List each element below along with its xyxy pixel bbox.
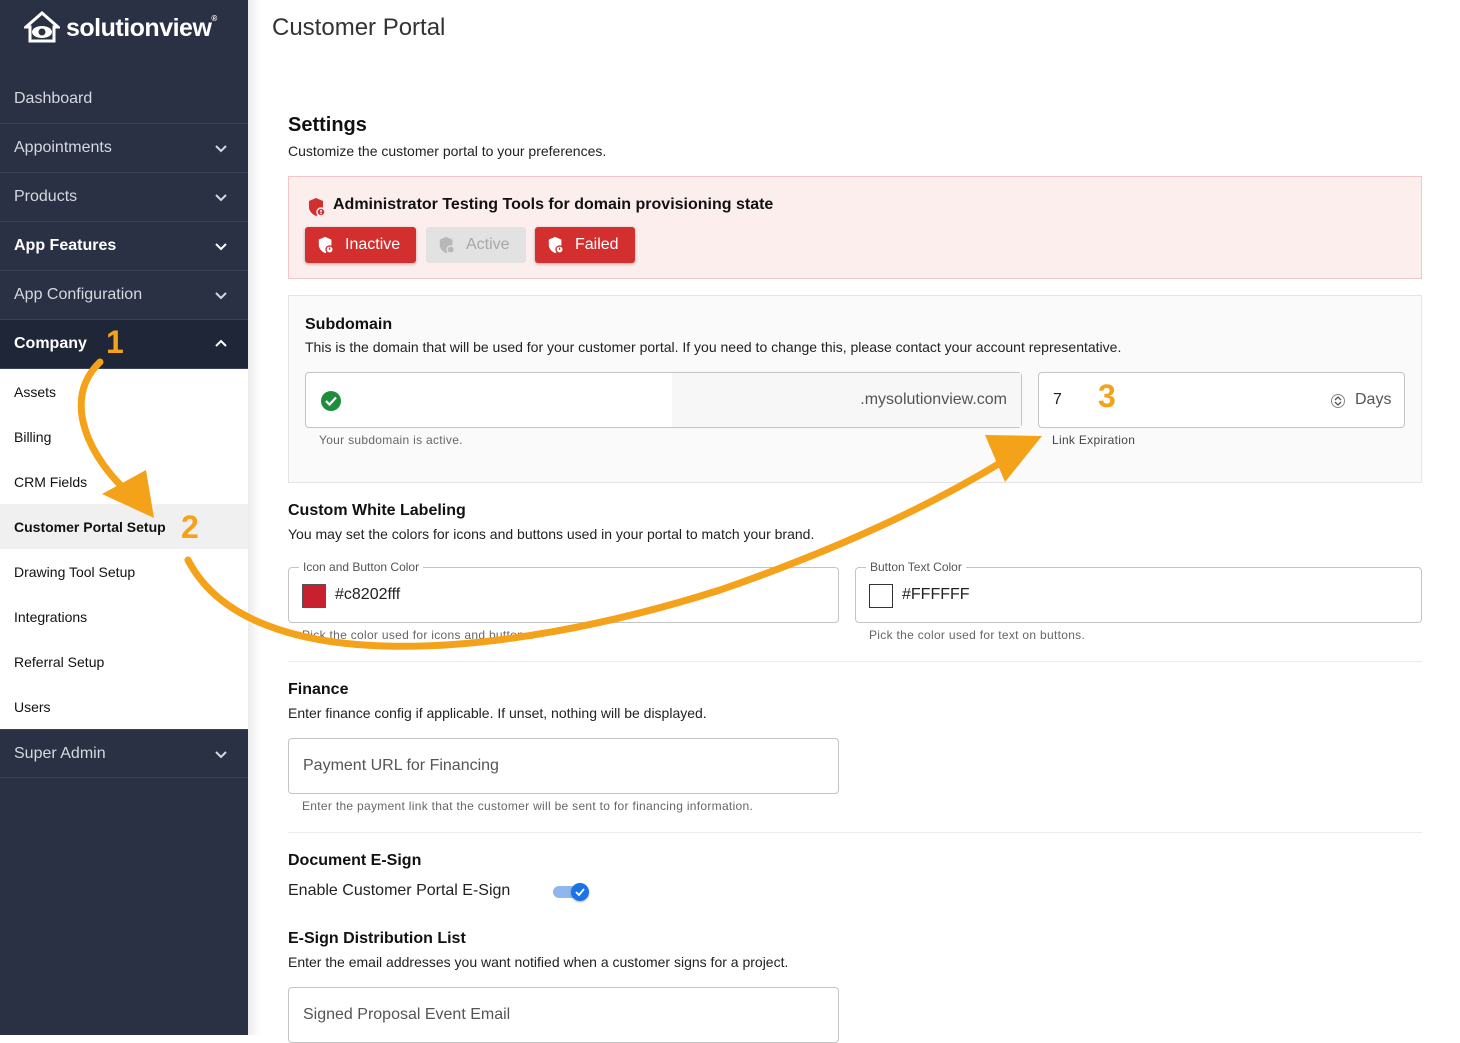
esign-toggle[interactable] [553,883,589,901]
text-color-helper: Pick the color used for text on buttons. [869,628,1086,642]
company-submenu: Assets Billing CRM Fields Customer Porta… [0,369,248,729]
chevron-down-icon [215,145,227,153]
check-icon [575,888,585,897]
shield-alert-icon [439,236,455,254]
annotation-step-1: 1 [106,324,124,360]
sidebar-item-company[interactable]: Company [0,320,248,369]
sidebar-item-appointments[interactable]: Appointments [0,124,248,173]
logo-icon [24,11,60,43]
sidebar-item-dashboard[interactable]: Dashboard [0,75,248,124]
icon-color-helper: Pick the color used for icons and button… [302,628,535,642]
sidebar-subitem-crm-fields[interactable]: CRM Fields [0,459,248,504]
esign-heading: Document E-Sign [288,852,422,869]
finance-description: Enter finance config if applicable. If u… [288,705,707,721]
sidebar-subitem-users[interactable]: Users [0,684,248,729]
subdomain-field[interactable]: .mysolutionview.com [305,372,1022,428]
admin-tools-title: Administrator Testing Tools for domain p… [333,196,774,213]
distribution-description: Enter the email addresses you want notif… [288,954,789,970]
finance-helper: Enter the payment link that the customer… [302,799,754,813]
finance-heading: Finance [288,681,349,698]
subdomain-helper: Your subdomain is active. [319,433,463,447]
white-label-heading: Custom White Labeling [288,502,466,519]
subdomain-heading: Subdomain [305,316,393,333]
sidebar-item-products[interactable]: Products [0,173,248,222]
link-expiration-value: 7 [1053,391,1062,408]
sidebar-subitem-integrations[interactable]: Integrations [0,594,248,639]
set-failed-button[interactable]: Failed [535,227,635,263]
sidebar-subitem-referral-setup[interactable]: Referral Setup [0,639,248,684]
sidebar-shadow [248,0,260,1035]
button-text-color-field[interactable]: Button Text Color #FFFFFF [855,560,1422,623]
sidebar-subitem-drawing-tool-setup[interactable]: Drawing Tool Setup [0,549,248,594]
subdomain-suffix: .mysolutionview.com [860,391,1007,408]
icon-color-value: #c8202fff [335,586,401,603]
settings-description: Customize the customer portal to your pr… [288,143,607,159]
subdomain-section: Subdomain This is the domain that will b… [288,295,1422,483]
shield-alert-icon [548,236,564,254]
subdomain-description: This is the domain that will be used for… [305,339,1122,355]
admin-testing-tools: Administrator Testing Tools for domain p… [288,176,1422,279]
section-divider [288,832,1422,833]
text-color-swatch[interactable] [869,584,893,608]
sidebar: solutionview® Dashboard Appointments Pro… [0,0,248,1035]
brand-name: solutionview® [66,13,217,42]
sidebar-subitem-customer-portal-setup[interactable]: Customer Portal Setup [0,504,248,549]
set-inactive-button[interactable]: Inactive [305,227,417,263]
button-text-color-label: Button Text Color [866,560,966,574]
set-active-button[interactable]: Active [426,227,526,263]
annotation-step-3: 3 [1098,378,1116,414]
sidebar-item-app-configuration[interactable]: App Configuration [0,271,248,320]
sidebar-item-super-admin[interactable]: Super Admin [0,729,248,778]
chevron-down-icon [215,292,227,300]
sidebar-subitem-billing[interactable]: Billing [0,414,248,459]
chevron-up-icon [215,339,227,347]
distribution-heading: E-Sign Distribution List [288,930,466,947]
icon-button-color-label: Icon and Button Color [299,560,424,574]
sidebar-subitem-assets[interactable]: Assets [0,369,248,414]
brand-logo[interactable]: solutionview® [24,10,217,46]
chevron-down-icon [215,751,227,759]
sidebar-item-app-features[interactable]: App Features [0,222,248,271]
number-spinner-icon[interactable] [1331,392,1345,410]
shield-alert-icon [318,236,334,254]
section-divider [288,661,1422,662]
shield-alert-icon [309,198,326,217]
payment-url-placeholder: Payment URL for Financing [303,757,499,774]
text-color-value: #FFFFFF [902,586,970,603]
signed-proposal-email-placeholder: Signed Proposal Event Email [303,1006,511,1023]
payment-url-input[interactable]: Payment URL for Financing [288,738,839,794]
link-expiration-unit: Days [1355,391,1392,408]
settings-heading: Settings [288,114,367,136]
esign-toggle-label: Enable Customer Portal E-Sign [288,882,511,899]
page-title: Customer Portal [272,14,446,41]
icon-color-swatch[interactable] [302,584,326,608]
link-expiration-input[interactable]: 7 Days [1038,372,1405,428]
check-circle-icon [321,391,341,411]
chevron-down-icon [215,194,227,202]
chevron-down-icon [215,243,227,251]
annotation-step-2: 2 [181,509,199,545]
link-expiration-label: Link Expiration [1052,433,1136,447]
white-label-description: You may set the colors for icons and but… [288,526,815,542]
icon-button-color-field[interactable]: Icon and Button Color #c8202fff [288,560,839,623]
